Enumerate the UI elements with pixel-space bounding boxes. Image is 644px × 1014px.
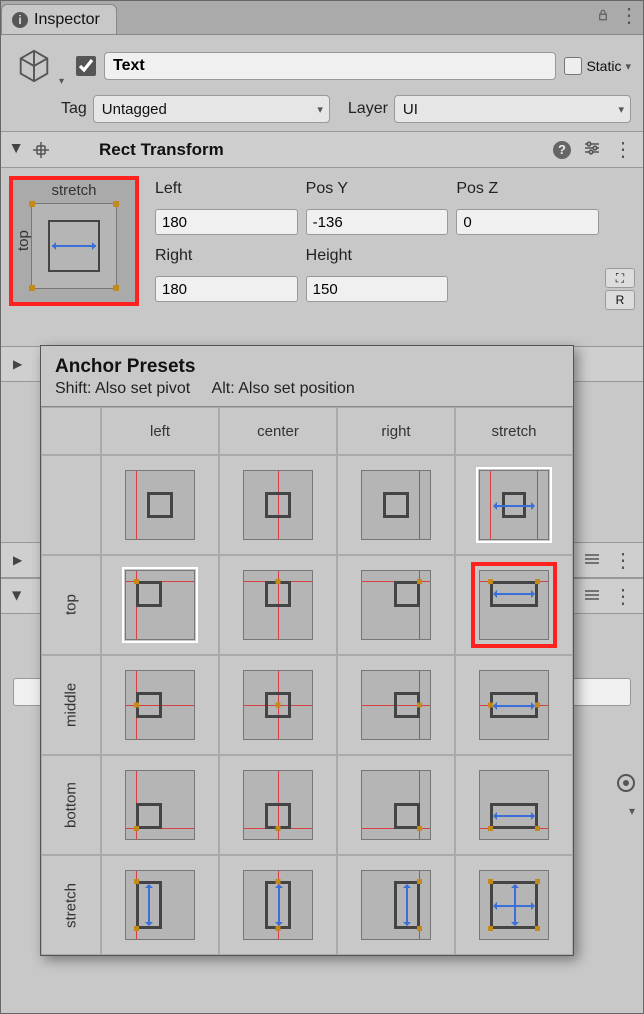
blueprint-buttons: ⛶ R (605, 268, 635, 310)
popup-title: Anchor Presets (55, 356, 559, 378)
foldout-icon[interactable]: ▶ (13, 553, 22, 567)
preset-none-left[interactable] (101, 455, 219, 555)
popup-header: Anchor Presets Shift: Also set pivot Alt… (41, 346, 573, 407)
preset-bottom-right[interactable] (337, 755, 455, 855)
presets-icon[interactable] (583, 550, 601, 571)
preset-bottom-center[interactable] (219, 755, 337, 855)
anchor-v-label: top (15, 180, 32, 302)
presets-icon[interactable] (583, 586, 601, 607)
anchor-preset-button[interactable]: stretch top (9, 176, 139, 306)
chevron-down-icon[interactable]: ▾ (629, 804, 635, 818)
posz-input[interactable] (456, 209, 599, 235)
preset-top-left[interactable] (101, 555, 219, 655)
component-more-icon[interactable]: ⋮ (613, 137, 633, 162)
tag-label: Tag (61, 100, 87, 118)
preset-none-center[interactable] (219, 455, 337, 555)
foldout-icon[interactable]: ▶ (11, 591, 25, 600)
row-head-middle: middle (41, 655, 101, 755)
preset-middle-right[interactable] (337, 655, 455, 755)
info-icon: i (12, 12, 28, 28)
static-dropdown-icon[interactable]: ▾ (625, 60, 631, 73)
popup-grid: left center right stretch (41, 407, 573, 955)
preset-stretch-center[interactable] (219, 855, 337, 955)
height-label: Height (306, 247, 449, 265)
inspector-window: i Inspector ⋮ ▾ Static ▾ (0, 0, 644, 1014)
gameobject-name-field[interactable] (104, 52, 556, 80)
more-icon[interactable]: ⋮ (613, 548, 633, 573)
row-head-stretch: stretch (41, 855, 101, 955)
gameobject-icon[interactable] (13, 45, 55, 87)
preset-middle-stretch[interactable] (455, 655, 573, 755)
presets-icon[interactable] (583, 139, 601, 160)
preset-stretch-right[interactable] (337, 855, 455, 955)
col-head-center: center (219, 407, 337, 455)
help-icon[interactable]: ? (553, 141, 571, 159)
row-head-top: top (41, 555, 101, 655)
popup-subtitle: Shift: Also set pivot Alt: Also set posi… (55, 380, 559, 398)
recttransform-icon (31, 140, 51, 160)
recttransform-fields: Left Pos Y Pos Z Right Height (155, 176, 635, 306)
header-row-2: Tag Untagged Layer UI (13, 95, 631, 123)
left-label: Left (155, 180, 298, 198)
preset-stretch-left[interactable] (101, 855, 219, 955)
tag-dropdown[interactable]: Untagged (93, 95, 330, 123)
posy-label: Pos Y (306, 180, 449, 198)
gameobject-enabled-checkbox[interactable] (76, 56, 96, 76)
more-icon[interactable]: ⋮ (619, 5, 639, 25)
preset-bottom-left[interactable] (101, 755, 219, 855)
height-input[interactable] (306, 276, 449, 302)
static-label: Static (586, 58, 621, 74)
static-checkbox[interactable] (564, 57, 582, 75)
row-head-bottom: bottom (41, 755, 101, 855)
left-input[interactable] (155, 209, 298, 235)
tab-bar: i Inspector ⋮ (1, 1, 643, 35)
tab-right-controls: ⋮ (593, 5, 639, 25)
col-head-left: left (101, 407, 219, 455)
preset-top-right[interactable] (337, 555, 455, 655)
static-group: Static ▾ (564, 57, 631, 75)
tab-inspector[interactable]: i Inspector (1, 4, 117, 34)
posy-input[interactable] (306, 209, 449, 235)
posz-label: Pos Z (456, 180, 599, 198)
layer-label: Layer (348, 100, 388, 118)
col-head-stretch: stretch (455, 407, 573, 455)
right-label: Right (155, 247, 298, 265)
anchor-preview (31, 203, 117, 289)
preset-none-stretch[interactable] (455, 455, 573, 555)
component-title: Rect Transform (59, 140, 545, 160)
row-head-none (41, 455, 101, 555)
preset-bottom-stretch[interactable] (455, 755, 573, 855)
right-input[interactable] (155, 276, 298, 302)
gameobject-icon-dropdown[interactable]: ▾ (59, 76, 64, 87)
col-head-right: right (337, 407, 455, 455)
tab-title: Inspector (34, 11, 100, 29)
preset-middle-left[interactable] (101, 655, 219, 755)
gameobject-header: ▾ Static ▾ Tag Untagged Layer UI (1, 35, 643, 132)
foldout-icon[interactable]: ▶ (13, 357, 22, 371)
preset-none-right[interactable] (337, 455, 455, 555)
object-picker-icon[interactable] (617, 774, 635, 792)
grid-corner (41, 407, 101, 455)
more-icon[interactable]: ⋮ (613, 584, 633, 609)
layer-dropdown[interactable]: UI (394, 95, 631, 123)
recttransform-body: stretch top Left Pos Y Pos Z Right Heigh… (1, 168, 643, 314)
header-row-1: ▾ Static ▾ (13, 45, 631, 87)
preset-top-center[interactable] (219, 555, 337, 655)
recttransform-header[interactable]: ▶ Rect Transform ? ⋮ (1, 132, 643, 168)
lock-icon[interactable] (593, 5, 613, 25)
preset-top-stretch[interactable] (455, 555, 573, 655)
anchor-presets-popup: Anchor Presets Shift: Also set pivot Alt… (40, 345, 574, 956)
preset-stretch-stretch[interactable] (455, 855, 573, 955)
blueprint-mode-button[interactable]: ⛶ (605, 268, 635, 288)
raw-edit-button[interactable]: R (605, 290, 635, 310)
preset-middle-center[interactable] (219, 655, 337, 755)
foldout-icon[interactable]: ▶ (10, 144, 24, 156)
component-header-right: ? ⋮ (553, 137, 633, 162)
